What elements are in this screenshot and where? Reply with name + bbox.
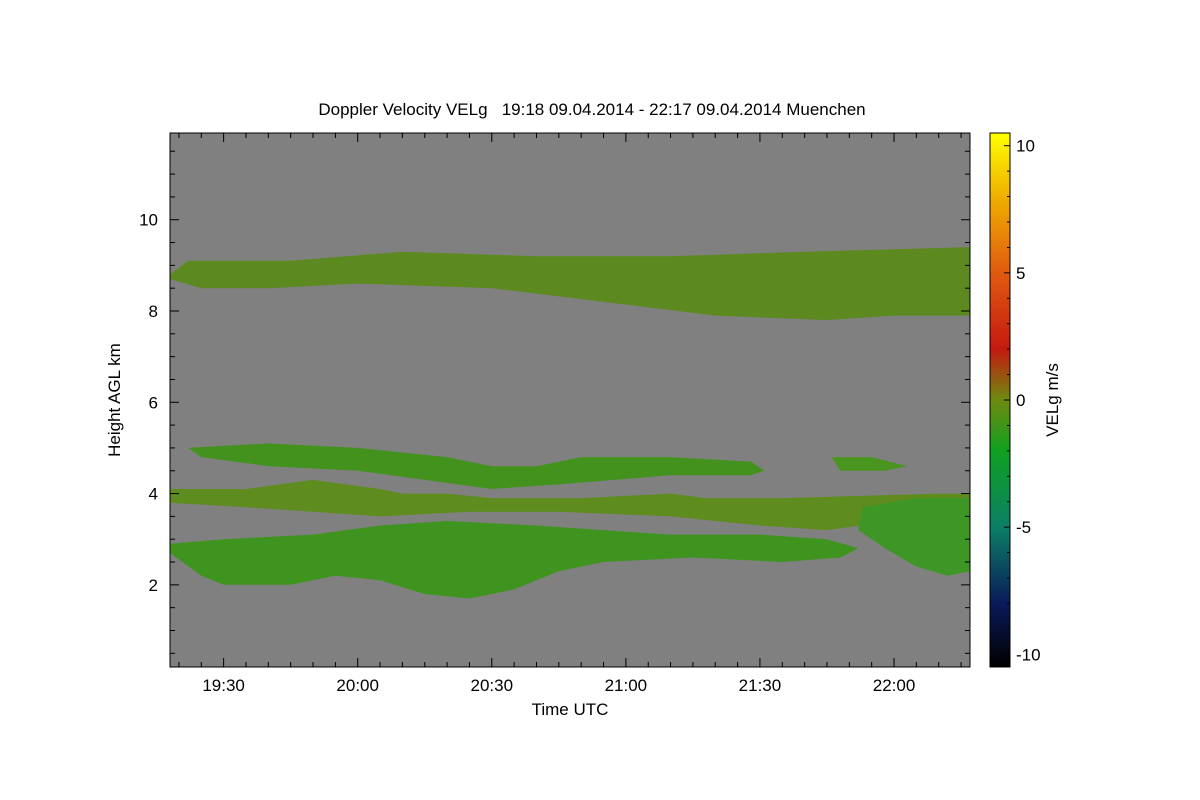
x-tick-label: 20:00 [336,676,379,695]
y-axis-label: Height AGL km [105,343,124,457]
doppler-velocity-chart: Doppler Velocity VELg 19:18 09.04.2014 -… [105,100,1062,719]
y-tick-label: 4 [149,485,158,504]
y-tick-label: 10 [139,211,158,230]
chart-title: Doppler Velocity VELg 19:18 09.04.2014 -… [318,100,865,119]
colorbar-tick-label: -10 [1016,645,1041,664]
colorbar-tick-label: 0 [1016,391,1025,410]
y-tick-label: 8 [149,302,158,321]
plot-background [170,133,970,667]
x-tick-label: 21:30 [739,676,782,695]
x-axis-label: Time UTC [532,700,609,719]
x-tick-label: 22:00 [873,676,916,695]
x-tick-label: 19:30 [202,676,245,695]
colorbar-label: VELg m/s [1043,363,1062,437]
y-tick-label: 2 [149,576,158,595]
x-tick-label: 20:30 [471,676,514,695]
colorbar-tick-label: 5 [1016,264,1025,283]
x-tick-label: 21:00 [605,676,648,695]
y-tick-label: 6 [149,393,158,412]
colorbar-tick-label: -5 [1016,518,1031,537]
colorbar-tick-label: 10 [1016,137,1035,156]
